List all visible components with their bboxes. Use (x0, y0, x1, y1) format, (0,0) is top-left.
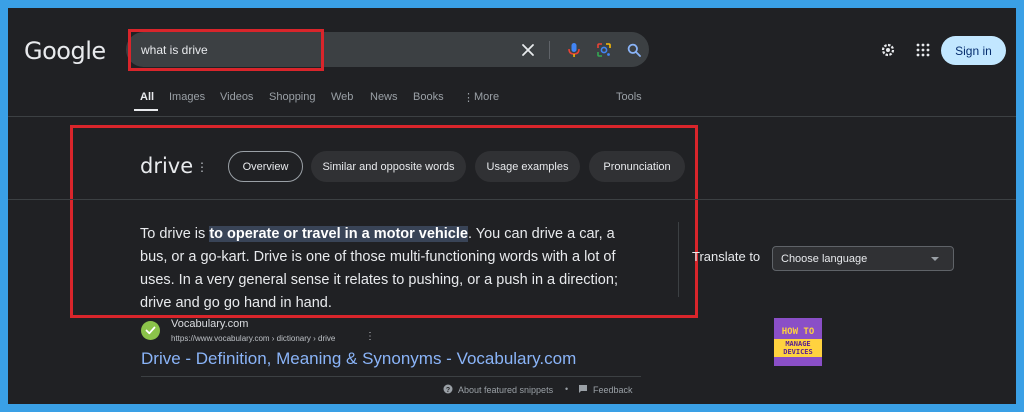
how-to-manage-devices-logo: HOW TO MANAGE DEVICES (774, 318, 822, 366)
snippet-highlight: to operate or travel in a motor vehicle (209, 226, 468, 242)
about-snippets[interactable]: ? About featured snippets (443, 384, 553, 396)
help-icon: ? (443, 384, 453, 396)
vocabulary-favicon (141, 321, 160, 340)
settings-icon[interactable] (878, 40, 898, 60)
tab-more[interactable]: More (474, 91, 499, 103)
chips-divider (8, 199, 1016, 200)
sign-in-button[interactable]: Sign in (941, 36, 1006, 65)
logo-line-1: HOW TO (781, 327, 815, 337)
tabs-divider (8, 116, 1016, 117)
result-options-icon[interactable]: ⋮ (365, 331, 375, 342)
search-icon[interactable] (624, 40, 644, 60)
logo-line-2: MANAGE DEVICES (774, 339, 822, 357)
chip-pronunciation[interactable]: Pronunciation (589, 151, 685, 182)
svg-text:?: ? (446, 387, 450, 394)
tab-news[interactable]: News (370, 91, 398, 103)
more-dots-icon[interactable]: ⋮ (463, 91, 474, 104)
google-logo[interactable]: Google (24, 37, 106, 65)
chip-usage-examples[interactable]: Usage examples (475, 151, 580, 182)
apps-icon[interactable] (913, 40, 933, 60)
tab-images[interactable]: Images (169, 91, 205, 103)
tab-all[interactable]: All (140, 91, 154, 103)
source-url[interactable]: https://www.vocabulary.com › dictionary … (171, 334, 335, 343)
close-icon[interactable] (518, 40, 538, 60)
featured-snippet: To drive is to operate or travel in a mo… (140, 223, 640, 315)
tab-web[interactable]: Web (331, 91, 353, 103)
google-search-page: Google what is drive Sign in All Images … (8, 8, 1016, 404)
dictionary-word: drive (140, 154, 194, 178)
language-select[interactable]: Choose language (772, 246, 954, 271)
snippet-prefix: To drive is (140, 226, 210, 242)
language-select-value: Choose language (781, 252, 868, 265)
tools-button[interactable]: Tools (616, 91, 642, 103)
tab-shopping[interactable]: Shopping (269, 91, 316, 103)
word-options-icon[interactable]: ⋮ (196, 160, 208, 174)
footer-dot: • (565, 384, 569, 394)
search-divider (549, 41, 550, 59)
chip-overview[interactable]: Overview (228, 151, 303, 182)
caret-down-icon (931, 257, 939, 261)
lens-icon[interactable] (594, 40, 614, 60)
translate-label: Translate to (692, 249, 761, 264)
tab-books[interactable]: Books (413, 91, 444, 103)
chip-similar-opposite[interactable]: Similar and opposite words (311, 151, 466, 182)
about-snippets-label: About featured snippets (458, 385, 554, 395)
search-highlight-box (128, 29, 324, 71)
feedback-label: Feedback (593, 385, 633, 395)
feedback-icon (578, 384, 588, 396)
results-divider (141, 376, 641, 377)
translate-divider (678, 222, 679, 297)
mic-icon[interactable] (564, 40, 584, 60)
source-site-name[interactable]: Vocabulary.com (171, 318, 248, 330)
active-tab-underline (134, 109, 158, 111)
tab-videos[interactable]: Videos (220, 91, 253, 103)
result-title-link[interactable]: Drive - Definition, Meaning & Synonyms -… (141, 349, 576, 369)
feedback-link[interactable]: Feedback (578, 384, 633, 396)
